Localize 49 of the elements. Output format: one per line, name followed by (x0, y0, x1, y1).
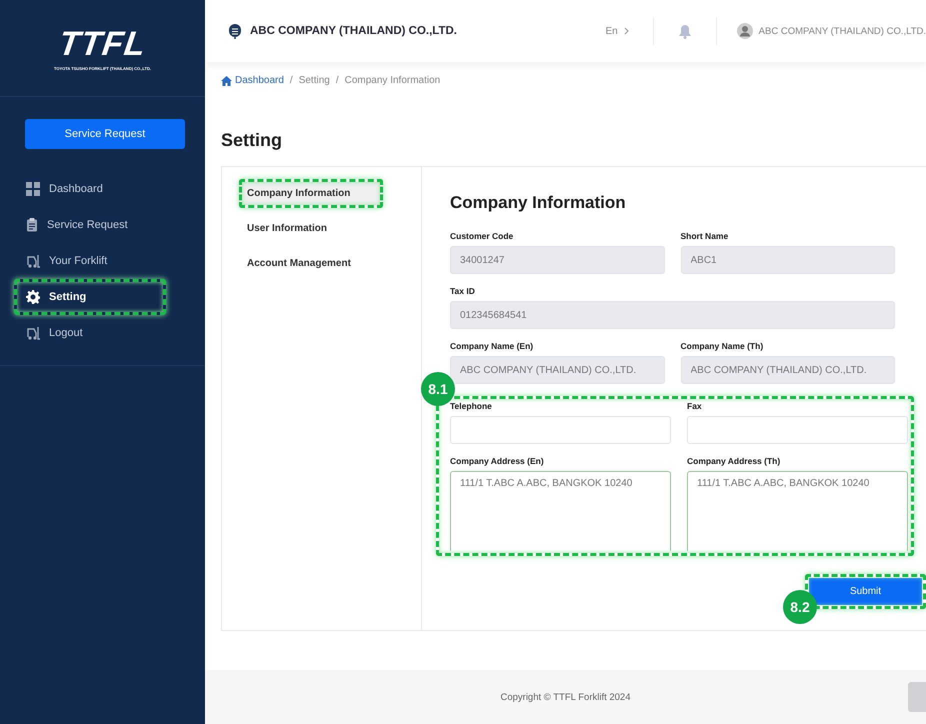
field-label: Company Address (En) (450, 456, 545, 466)
readonly-field[interactable]: 012345684541 (450, 301, 895, 329)
submit-button[interactable]: Submit (809, 578, 922, 605)
field-label: Tax ID (450, 286, 476, 296)
field-label: Customer Code (450, 231, 514, 241)
company-name: ABC COMPANY (THAILAND) CO.,LTD. (250, 25, 457, 37)
settings-tab[interactable]: Account Management (239, 249, 383, 278)
address-field[interactable]: 111/1 T.ABC A.ABC, BANGKOK 10240 (450, 471, 671, 551)
step-badge: 8.2 (783, 590, 817, 624)
service-request-button[interactable]: Service Request (25, 119, 185, 149)
readonly-field[interactable]: 34001247 (450, 246, 664, 274)
settings-icon (26, 290, 40, 304)
field-label: Company Address (Th) (687, 456, 782, 466)
sidebar-item[interactable]: Logout (14, 315, 166, 351)
settings-tab[interactable]: User Information (239, 214, 383, 243)
forklift-icon (26, 254, 40, 268)
breadcrumb-separator: / (290, 75, 293, 86)
building-icon (228, 23, 242, 39)
page-title: Setting (221, 130, 283, 151)
sidebar-item[interactable]: Dashboard (14, 171, 166, 207)
grid-icon (26, 182, 40, 196)
chevron-right-icon (624, 27, 629, 35)
language-selector[interactable]: En (605, 26, 640, 36)
breadcrumb-link[interactable]: Dashboard (221, 75, 284, 86)
breadcrumb-item: Company Information (344, 75, 440, 86)
settings-tab[interactable]: Company Information (239, 179, 383, 208)
sidebar-item[interactable]: Service Request (14, 207, 166, 243)
input-field[interactable] (450, 416, 671, 444)
home-icon (221, 76, 232, 86)
sidebar-item[interactable]: Setting (14, 279, 166, 315)
field-label: Company Name (Th) (680, 341, 764, 351)
input-field[interactable] (687, 416, 908, 444)
copyright-text: Copyright © TTFL Forklift 2024 (500, 692, 631, 702)
sidebar-item[interactable]: Your Forklift (14, 243, 166, 279)
breadcrumb-item[interactable]: Setting (298, 75, 330, 86)
field-label: Company Name (En) (450, 341, 534, 351)
address-field[interactable]: 111/1 T.ABC A.ABC, BANGKOK 10240 (687, 471, 908, 551)
readonly-field[interactable]: ABC COMPANY (THAILAND) CO.,LTD. (680, 356, 895, 384)
clipboard-icon (26, 218, 38, 232)
user-name[interactable]: ABC COMPANY (THAILAND) CO.,LTD. (758, 26, 926, 36)
section-title: Company Information (450, 193, 627, 213)
readonly-field[interactable]: ABC COMPANY (THAILAND) CO.,LTD. (450, 356, 664, 384)
avatar-icon[interactable] (736, 23, 753, 39)
forklift-icon (26, 326, 40, 340)
readonly-field[interactable]: ABC1 (680, 246, 895, 274)
field-label: Short Name (680, 231, 730, 241)
breadcrumb-separator: / (336, 75, 339, 86)
field-label: Fax (687, 401, 703, 411)
bell-icon[interactable] (678, 24, 692, 38)
